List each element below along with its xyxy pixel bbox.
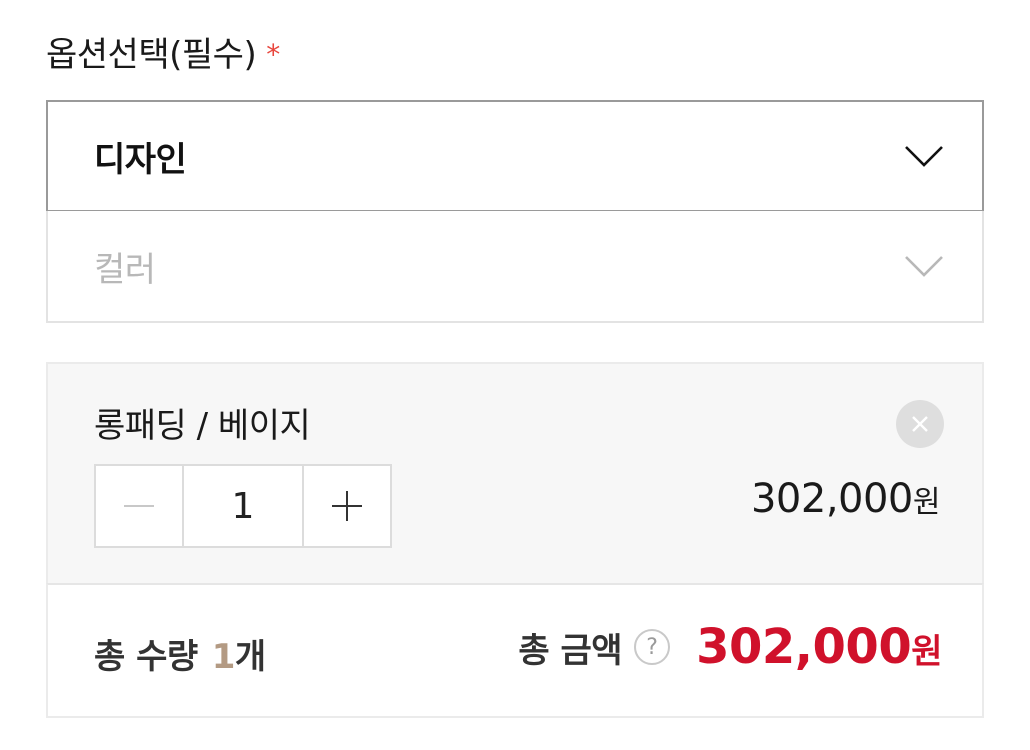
- decrease-button[interactable]: [96, 466, 182, 546]
- plus-icon: [332, 491, 362, 521]
- chevron-down-icon: [905, 256, 943, 277]
- close-icon: [912, 416, 928, 432]
- total-amount-currency: 원: [911, 632, 942, 672]
- quantity-stepper: 1: [94, 464, 392, 548]
- selected-item-name: 롱패딩 / 베이지: [94, 406, 311, 446]
- item-price-value: 302,000: [750, 476, 913, 522]
- option-title-text: 옵션선택(필수): [46, 35, 257, 75]
- total-amount-value: 302,000: [696, 619, 912, 675]
- item-price-currency: 원: [912, 485, 941, 520]
- required-mark: *: [266, 38, 280, 71]
- total-quantity-value: 1: [211, 637, 236, 677]
- selected-option-box: 롱패딩 / 베이지 1 302,000원: [46, 362, 984, 584]
- total-amount-group: 총 금액 ? 302,000원: [518, 619, 942, 675]
- help-icon[interactable]: ?: [634, 629, 671, 665]
- total-quantity-unit: 개: [234, 637, 266, 677]
- chevron-down-icon: [905, 146, 943, 167]
- total-quantity: 총 수량 1개: [94, 629, 266, 678]
- order-summary: 총 수량 1개 총 금액 ? 302,000원: [46, 583, 984, 718]
- color-select[interactable]: 컬러: [46, 211, 984, 323]
- remove-item-button[interactable]: [896, 400, 944, 448]
- design-select[interactable]: 디자인: [46, 100, 984, 212]
- item-price: 302,000원: [750, 476, 941, 522]
- quantity-input[interactable]: 1: [182, 466, 304, 546]
- design-select-label: 디자인: [94, 139, 187, 180]
- minus-icon: [124, 505, 154, 507]
- increase-button[interactable]: [304, 466, 390, 546]
- option-section-title: 옵션선택(필수) *: [46, 30, 280, 82]
- total-amount: 302,000원: [696, 619, 942, 675]
- total-amount-label: 총 금액: [518, 630, 623, 671]
- total-quantity-label: 총 수량: [94, 637, 198, 677]
- color-select-placeholder: 컬러: [94, 249, 156, 290]
